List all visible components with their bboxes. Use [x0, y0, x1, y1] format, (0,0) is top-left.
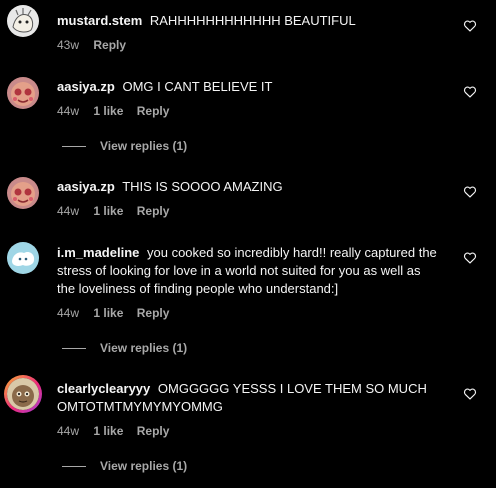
comment-body: clearlyclearyyy OMGGGGG YESSS I LOVE THE… — [57, 380, 437, 416]
reply-button[interactable]: Reply — [137, 104, 170, 118]
avatar-illustration — [7, 242, 39, 274]
comment-meta: 44w 1 like Reply — [57, 204, 179, 218]
heart-icon[interactable] — [463, 85, 477, 99]
avatar[interactable] — [7, 177, 39, 209]
comment-username[interactable]: aasiya.zp — [57, 179, 115, 194]
avatar[interactable] — [7, 242, 39, 274]
view-replies-label: View replies (1) — [100, 459, 188, 473]
avatar-illustration — [7, 378, 39, 410]
comment-body: mustard.stem RAHHHHHHHHHHHH BEAUTIFUL — [57, 12, 437, 30]
comment-time[interactable]: 44w — [57, 424, 79, 438]
comment-text: THIS IS SOOOO AMAZING — [122, 179, 283, 194]
heart-icon[interactable] — [463, 19, 477, 33]
comment-username[interactable]: mustard.stem — [57, 13, 142, 28]
reply-button[interactable]: Reply — [137, 306, 170, 320]
comment-username[interactable]: clearlyclearyyy — [57, 381, 150, 396]
avatar-illustration — [7, 177, 39, 209]
divider-line — [62, 348, 86, 350]
view-replies-label: View replies (1) — [100, 341, 188, 355]
comment-time[interactable]: 44w — [57, 104, 79, 118]
like-count[interactable]: 1 like — [93, 306, 123, 320]
comment-text: RAHHHHHHHHHHHH BEAUTIFUL — [149, 13, 356, 28]
divider-line — [62, 466, 86, 468]
comment-meta: 44w 1 like Reply — [57, 306, 179, 320]
reply-button[interactable]: Reply — [137, 424, 170, 438]
reply-button[interactable]: Reply — [93, 38, 126, 52]
comment-time[interactable]: 43w — [57, 38, 79, 52]
like-count[interactable]: 1 like — [93, 424, 123, 438]
comment-username[interactable]: i.m_madeline — [57, 245, 139, 260]
comment-meta: 43w Reply — [57, 38, 136, 52]
comment-text: OMG I CANT BELIEVE IT — [122, 79, 273, 94]
avatar — [7, 378, 39, 410]
heart-icon[interactable] — [463, 387, 477, 401]
comment-body: i.m_madeline you cooked so incredibly ha… — [57, 244, 437, 298]
avatar-illustration — [7, 77, 39, 109]
view-replies-label: View replies (1) — [100, 139, 188, 153]
reply-button[interactable]: Reply — [137, 204, 170, 218]
avatar[interactable] — [7, 5, 39, 37]
comment-meta: 44w 1 like Reply — [57, 104, 179, 118]
heart-icon[interactable] — [463, 185, 477, 199]
avatar[interactable] — [7, 77, 39, 109]
comment-body: aasiya.zp OMG I CANT BELIEVE IT — [57, 78, 437, 96]
heart-icon[interactable] — [463, 251, 477, 265]
view-replies-button[interactable]: View replies (1) — [62, 139, 187, 153]
divider-line — [62, 146, 86, 148]
avatar-with-story-ring[interactable] — [4, 375, 42, 413]
view-replies-button[interactable]: View replies (1) — [62, 341, 187, 355]
like-count[interactable]: 1 like — [93, 104, 123, 118]
like-count[interactable]: 1 like — [93, 204, 123, 218]
comment-time[interactable]: 44w — [57, 306, 79, 320]
view-replies-button[interactable]: View replies (1) — [62, 459, 187, 473]
comment-username[interactable]: aasiya.zp — [57, 79, 115, 94]
comment-time[interactable]: 44w — [57, 204, 79, 218]
avatar-illustration — [7, 5, 39, 37]
comment-meta: 44w 1 like Reply — [57, 424, 179, 438]
comment-body: aasiya.zp THIS IS SOOOO AMAZING — [57, 178, 437, 196]
